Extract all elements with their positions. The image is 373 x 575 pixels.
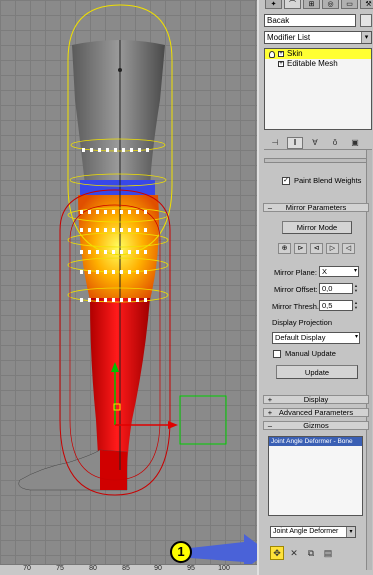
- expand-icon[interactable]: +: [278, 51, 284, 57]
- rollout-display[interactable]: + Display: [263, 395, 369, 404]
- gizmo-list[interactable]: Joint Angle Deformer - Bone: [268, 436, 363, 516]
- thigh-mesh: [72, 40, 165, 185]
- timeline-ruler[interactable]: 70 75 80 85 90 95 100: [0, 564, 257, 575]
- stack-item-label: Editable Mesh: [287, 59, 338, 68]
- chevron-down-icon: ▾: [346, 527, 355, 537]
- mirror-plane-value: X: [322, 267, 328, 276]
- rollout-title: Gizmos: [303, 421, 329, 430]
- modifier-list-dropdown[interactable]: Modifier List ▾: [264, 31, 372, 44]
- paste-blue-to-green-bones-icon[interactable]: ⊲: [310, 243, 323, 254]
- display-projection-value: Default Display: [275, 333, 326, 342]
- modify-icon[interactable]: ⌒: [284, 0, 301, 9]
- make-unique-icon[interactable]: ∀: [307, 137, 323, 149]
- rollout-gizmos[interactable]: – Gizmos: [263, 421, 369, 430]
- ruler-tick: 80: [89, 565, 97, 572]
- mirror-thresh-label: Mirror Thresh.:: [272, 302, 322, 311]
- mirror-plane-label: Mirror Plane:: [274, 268, 317, 277]
- rollout-advanced-parameters[interactable]: + Advanced Parameters: [263, 408, 369, 417]
- show-end-result-icon[interactable]: ‖: [287, 136, 303, 149]
- rollout-mirror-parameters[interactable]: – Mirror Parameters: [263, 203, 369, 212]
- gizmo-type-value: Joint Angle Deformer: [273, 528, 339, 535]
- hierarchy-icon[interactable]: ⊞: [303, 0, 320, 9]
- collapse-icon: –: [267, 203, 273, 212]
- expand-icon: +: [267, 395, 273, 404]
- stack-toolbar: ⊣ ‖ ∀ ǒ ▣: [264, 136, 372, 150]
- modifier-stack[interactable]: + Skin + Editable Mesh: [264, 48, 372, 130]
- rollout-title: Advanced Parameters: [278, 408, 354, 417]
- manual-update-checkbox[interactable]: [273, 349, 281, 358]
- chevron-down-icon: ▾: [361, 32, 371, 43]
- ruler-tick: 85: [122, 565, 130, 572]
- mirror-plane-dropdown[interactable]: X ▾: [319, 266, 359, 277]
- utilities-icon[interactable]: ⚒: [360, 0, 373, 9]
- chevron-down-icon: ▾: [353, 268, 357, 274]
- rollout-divider: [264, 158, 372, 163]
- mirror-icon-row: ⊕ ⊳ ⊲ ▷ ◁: [278, 243, 355, 254]
- mirror-paste-icon[interactable]: ⊕: [278, 243, 291, 254]
- perspective-viewport[interactable]: 70 75 80 85 90 95 100: [0, 0, 257, 575]
- paste-gizmo-icon[interactable]: ▤: [321, 546, 335, 560]
- ruler-tick: 90: [154, 565, 162, 572]
- rollout-title: Mirror Parameters: [285, 203, 347, 212]
- stack-item-skin[interactable]: + Skin: [265, 49, 371, 59]
- manual-update-row[interactable]: Manual Update: [273, 349, 336, 358]
- object-name-field[interactable]: Bacak: [264, 14, 356, 27]
- remove-gizmo-icon[interactable]: ✕: [287, 546, 301, 560]
- display-projection-dropdown[interactable]: Default Display ▾: [272, 332, 360, 344]
- paste-green-to-blue-bones-icon[interactable]: ⊳: [294, 243, 307, 254]
- deformer-gizmo-box: [179, 395, 227, 445]
- ruler-tick: 95: [187, 565, 195, 572]
- mirror-thresh-spinner[interactable]: ▲ ▼: [354, 300, 359, 311]
- ruler-tick: 75: [56, 565, 64, 572]
- mirror-mode-button[interactable]: Mirror Mode: [282, 221, 352, 234]
- ruler-tick: 100: [218, 565, 230, 572]
- remove-modifier-icon[interactable]: ǒ: [327, 137, 343, 149]
- manual-update-label: Manual Update: [285, 349, 336, 358]
- paint-blend-weights-row[interactable]: ✓ Paint Blend Weights: [282, 176, 361, 185]
- expand-icon: +: [267, 408, 273, 417]
- mirror-offset-field[interactable]: 0,0: [319, 283, 353, 294]
- update-button[interactable]: Update: [276, 365, 358, 379]
- copy-gizmo-icon[interactable]: ⧉: [304, 546, 318, 560]
- ruler-tick: 70: [23, 565, 31, 572]
- gizmo-type-dropdown[interactable]: Joint Angle Deformer ▾: [270, 526, 356, 538]
- object-color-swatch[interactable]: [360, 14, 372, 27]
- stack-item-label: Skin: [287, 49, 303, 58]
- display-projection-label: Display Projection: [272, 318, 333, 327]
- motion-icon[interactable]: ◎: [322, 0, 339, 9]
- mirror-offset-label: Mirror Offset:: [274, 285, 318, 294]
- chevron-down-icon: ▾: [354, 334, 358, 340]
- paste-green-to-blue-verts-icon[interactable]: ▷: [326, 243, 339, 254]
- paste-blue-to-green-verts-icon[interactable]: ◁: [342, 243, 355, 254]
- stack-item-editable-mesh[interactable]: + Editable Mesh: [265, 59, 371, 69]
- collapse-icon: –: [267, 421, 273, 430]
- configure-sets-icon[interactable]: ▣: [347, 137, 363, 149]
- expand-icon[interactable]: +: [278, 61, 284, 67]
- leg-model-scene[interactable]: [0, 0, 257, 575]
- add-gizmo-icon[interactable]: ✥: [270, 546, 284, 560]
- create-icon[interactable]: ✦: [265, 0, 282, 9]
- modifier-list-label: Modifier List: [267, 33, 311, 42]
- lightbulb-icon[interactable]: [269, 50, 275, 58]
- mirror-offset-spinner[interactable]: ▲ ▼: [354, 283, 359, 294]
- callout-number-badge: 1: [170, 541, 192, 563]
- command-panel-tabs: ✦ ⌒ ⊞ ◎ ▭ ⚒: [265, 0, 373, 9]
- paint-blend-weights-checkbox[interactable]: ✓: [282, 176, 290, 185]
- gizmo-list-item[interactable]: Joint Angle Deformer - Bone: [269, 437, 362, 446]
- pin-stack-icon[interactable]: ⊣: [267, 137, 283, 149]
- gizmo-toolbar: ✥ ✕ ⧉ ▤: [270, 546, 335, 560]
- paint-blend-weights-label: Paint Blend Weights: [294, 176, 362, 185]
- heel-mesh: [100, 450, 127, 490]
- mirror-thresh-field[interactable]: 0,5: [319, 300, 353, 311]
- panel-scrollbar[interactable]: [366, 150, 372, 570]
- rollout-title: Display: [303, 395, 329, 404]
- display-icon[interactable]: ▭: [341, 0, 358, 9]
